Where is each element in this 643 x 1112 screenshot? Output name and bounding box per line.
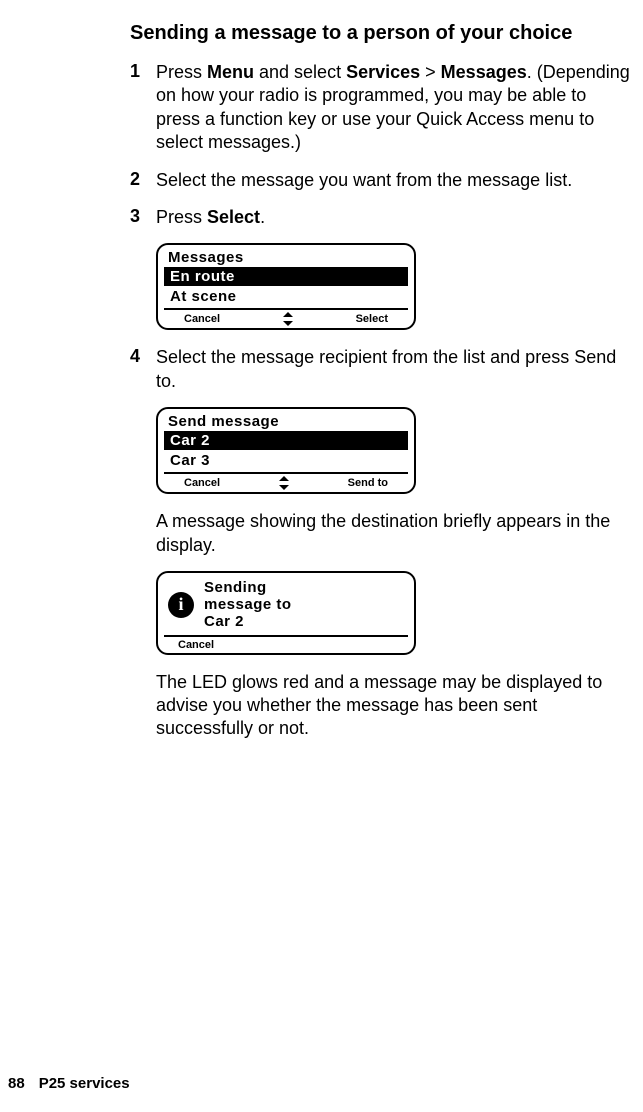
step-text: Select the message recipient from the li… [156, 346, 633, 393]
updown-icon [278, 476, 290, 490]
step-number: 2 [130, 169, 156, 192]
paragraph: The LED glows red and a message may be d… [156, 671, 633, 741]
lcd-title: Messages [164, 249, 408, 266]
text: and select [254, 62, 346, 82]
lcd-softkeys: Cancel Select [164, 308, 408, 326]
paragraph: A message showing the destination briefl… [156, 510, 633, 557]
text-line: Car 2 [204, 613, 292, 630]
step-4: 4 Select the message recipient from the … [130, 346, 633, 393]
page-number: 88 [8, 1075, 25, 1092]
softkey-sendto: Send to [348, 477, 408, 489]
updown-icon [282, 312, 294, 326]
section-heading: Sending a message to a person of your ch… [130, 22, 633, 45]
step-text: Press Select. [156, 206, 265, 229]
bold-services: Services [346, 62, 420, 82]
lcd-screen-sending: i Sending message to Car 2 Cancel [156, 571, 416, 655]
page-footer: 88 P25 services [8, 1075, 130, 1092]
text: Press [156, 62, 207, 82]
info-icon: i [168, 592, 194, 618]
step-number: 4 [130, 346, 156, 393]
text-line: message to [204, 596, 292, 613]
lcd-softkeys: Cancel Send to [164, 472, 408, 490]
step-number: 3 [130, 206, 156, 229]
step-text: Press Menu and select Services > Message… [156, 61, 633, 155]
lcd-screen-messages: Messages En route At scene Cancel Select [156, 243, 416, 330]
step-number: 1 [130, 61, 156, 155]
softkey-cancel: Cancel [164, 635, 408, 651]
lcd-info-text: Sending message to Car 2 [204, 579, 292, 631]
text-line: Sending [204, 579, 292, 596]
step-2: 2 Select the message you want from the m… [130, 169, 633, 192]
text: > [420, 62, 441, 82]
text: Press [156, 207, 207, 227]
softkey-cancel: Cancel [164, 313, 220, 325]
step-3: 3 Press Select. [130, 206, 633, 229]
lcd-row-selected: Car 2 [164, 431, 408, 450]
softkey-cancel: Cancel [164, 477, 220, 489]
text: . [260, 207, 265, 227]
lcd-row: Car 3 [164, 451, 408, 470]
section-name: P25 services [39, 1075, 130, 1092]
bold-messages: Messages [441, 62, 527, 82]
bold-select: Select [207, 207, 260, 227]
softkey-select: Select [356, 313, 408, 325]
lcd-title: Send message [164, 413, 408, 430]
lcd-screen-send-message: Send message Car 2 Car 3 Cancel Send to [156, 407, 416, 494]
step-text: Select the message you want from the mes… [156, 169, 572, 192]
step-1: 1 Press Menu and select Services > Messa… [130, 61, 633, 155]
lcd-row: At scene [164, 287, 408, 306]
bold-menu: Menu [207, 62, 254, 82]
lcd-row-selected: En route [164, 267, 408, 286]
